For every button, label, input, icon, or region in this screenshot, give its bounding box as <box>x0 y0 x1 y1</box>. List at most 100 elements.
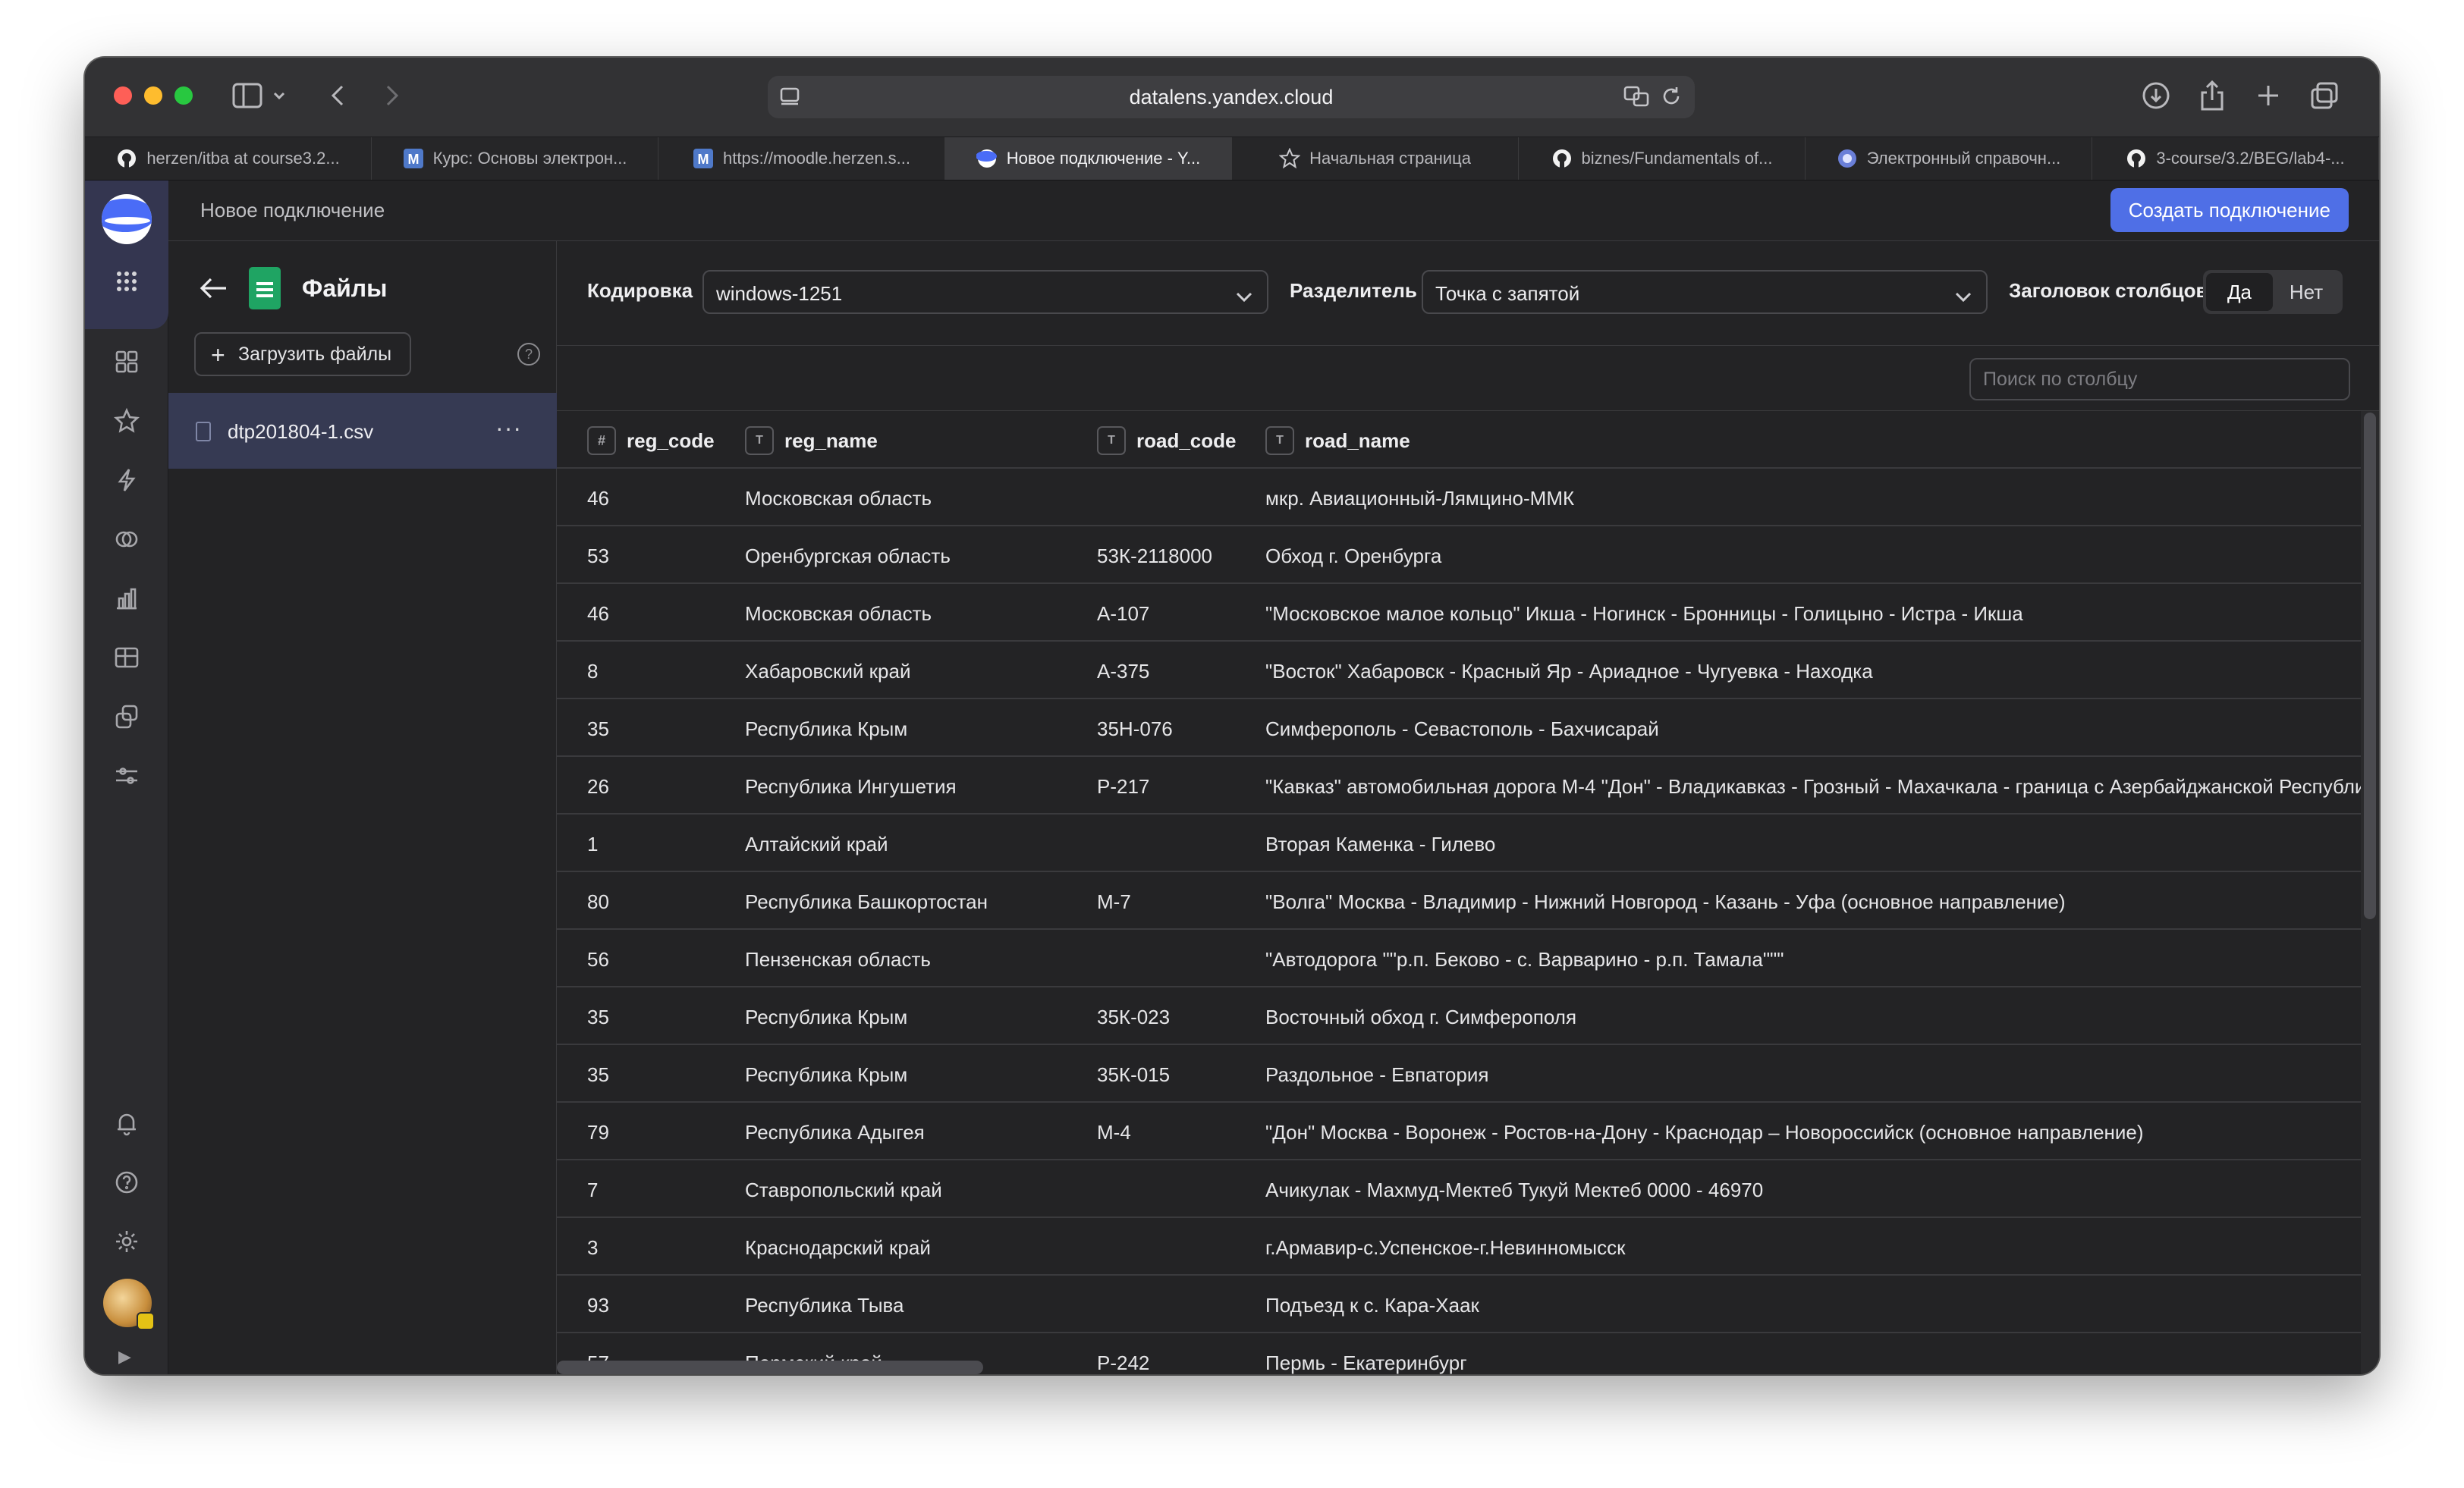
settings-sliders-icon[interactable] <box>108 757 146 795</box>
table-cell: Республика Крым <box>745 717 908 740</box>
header-row-label: Заголовок столбцов <box>2009 279 2208 302</box>
column-header[interactable]: T reg_name <box>745 426 878 455</box>
file-item[interactable]: dtp201804-1.csv ··· <box>168 393 557 469</box>
table-cell: "Автодорога ""р.п. Беково - с. Варварино… <box>1265 948 1784 971</box>
charts-icon[interactable] <box>108 579 146 617</box>
tab-github-lab4[interactable]: 3-course/3.2/BEG/lab4-... <box>2092 137 2379 180</box>
connections-bolt-icon[interactable] <box>108 461 146 499</box>
tab-label: Курс: Основы электрон... <box>432 149 627 168</box>
upload-files-button[interactable]: + Загрузить файлы <box>194 332 412 376</box>
preview-table: # reg_code T reg_name T road_code T road… <box>557 411 2361 1374</box>
table-cell: 3 <box>587 1236 599 1259</box>
back-nav-icon[interactable] <box>325 77 350 114</box>
svg-text:M: M <box>407 152 419 167</box>
table-cell: Республика Башкортостан <box>745 890 988 913</box>
table-cell: Пензенская область <box>745 948 931 971</box>
table-cell: Р-242 <box>1097 1351 1150 1374</box>
table-cell: 35К-015 <box>1097 1063 1171 1086</box>
gear-icon[interactable] <box>108 1223 146 1260</box>
github-icon <box>2126 148 2147 169</box>
tab-moodle-herzen[interactable]: M https://moodle.herzen.s... <box>658 137 945 180</box>
new-tab-icon[interactable] <box>2252 77 2285 114</box>
parse-settings-bar: Кодировка windows-1251 Разделитель Точка… <box>557 241 2379 346</box>
breadcrumb: Новое подключение <box>200 199 385 221</box>
encoding-select[interactable]: windows-1251 <box>702 270 1268 314</box>
table-cell: "Восток" Хабаровск - Красный Яр - Ариадн… <box>1265 660 1873 683</box>
header-no-option[interactable]: Нет <box>2273 273 2340 311</box>
files-title: Файлы <box>302 275 388 302</box>
number-type-icon: # <box>587 426 616 455</box>
table-row: 26 Республика Ингушетия Р-217 "Кавказ" авто… <box>557 757 2361 815</box>
chevron-down-icon[interactable] <box>270 77 288 114</box>
column-header[interactable]: T road_name <box>1265 426 1410 455</box>
table-cell: Р-217 <box>1097 775 1150 798</box>
vertical-scrollbar[interactable] <box>2361 411 2379 1374</box>
datasets-icon[interactable] <box>108 520 146 558</box>
scrollbar-thumb[interactable] <box>2364 413 2376 919</box>
table-cell: Московская область <box>745 487 932 510</box>
notifications-bell-icon[interactable] <box>108 1104 146 1142</box>
dashboards-icon[interactable] <box>108 639 146 677</box>
column-header[interactable]: # reg_code <box>587 426 715 455</box>
back-arrow-icon[interactable] <box>199 276 229 304</box>
tab-moodle-course[interactable]: M Курс: Основы электрон... <box>372 137 658 180</box>
tab-datalens-new-connection[interactable]: Новое подключение - Y... <box>945 137 1232 180</box>
forward-nav-icon[interactable] <box>379 77 405 114</box>
table-cell: 79 <box>587 1121 609 1144</box>
datalens-logo[interactable] <box>102 194 152 244</box>
table-cell: М-7 <box>1097 890 1131 913</box>
help-hint-icon[interactable]: ? <box>517 343 540 366</box>
favorites-star-icon[interactable] <box>108 402 146 440</box>
column-name: road_name <box>1305 429 1410 452</box>
table-row: 79 Республика Адыгея М-4 "Дон" Москва - Вор… <box>557 1103 2361 1160</box>
page-settings-icon[interactable] <box>778 85 801 113</box>
horizontal-scrollbar[interactable] <box>557 1361 983 1374</box>
sidebar-toggle-icon[interactable] <box>231 77 264 114</box>
encoding-value: windows-1251 <box>716 282 843 305</box>
table-cell: 53К-2118000 <box>1097 545 1213 567</box>
file-name: dtp201804-1.csv <box>228 420 374 443</box>
expand-rail-icon[interactable]: ▶ <box>118 1347 131 1367</box>
table-toolbar <box>557 346 2379 411</box>
apps-grid-icon[interactable] <box>108 262 146 300</box>
avatar[interactable] <box>103 1279 155 1330</box>
reload-icon[interactable] <box>1660 85 1683 113</box>
table-cell: 35 <box>587 1063 609 1086</box>
table-row: 3 Краснодарский край г.Армавир-с.Успенское… <box>557 1218 2361 1276</box>
lock-badge-icon <box>137 1312 155 1330</box>
tab-reference[interactable]: Электронный справочн... <box>1806 137 2092 180</box>
table-cell: 26 <box>587 775 609 798</box>
address-bar[interactable]: datalens.yandex.cloud <box>768 76 1695 118</box>
table-cell: Пермь - Екатеринбург <box>1265 1351 1467 1374</box>
tab-github-itba[interactable]: herzen/itba at course3.2... <box>85 137 372 180</box>
share-icon[interactable] <box>2195 77 2229 114</box>
download-icon[interactable] <box>2139 77 2173 114</box>
delimiter-select[interactable]: Точка с запятой <box>1422 270 1988 314</box>
collections-icon[interactable] <box>108 343 146 381</box>
help-icon[interactable] <box>108 1163 146 1201</box>
preview-area: Кодировка windows-1251 Разделитель Точка… <box>557 241 2379 1374</box>
column-header[interactable]: T road_code <box>1097 426 1237 455</box>
translate-icon[interactable] <box>1623 85 1649 113</box>
chevron-down-icon <box>1954 285 1972 309</box>
table-cell: 8 <box>587 660 599 683</box>
tab-start-page[interactable]: Начальная страница <box>1232 137 1519 180</box>
tab-github-biznes[interactable]: biznes/Fundamentals of... <box>1519 137 1806 180</box>
column-search-input[interactable] <box>1969 358 2350 400</box>
close-window-button[interactable] <box>114 86 132 105</box>
table-cell: Республика Тыва <box>745 1294 904 1317</box>
zoom-window-button[interactable] <box>174 86 193 105</box>
table-cell: А-107 <box>1097 602 1150 625</box>
table-row: 56 Пензенская область "Автодорога ""р.п. Б… <box>557 930 2361 987</box>
tab-label: Новое подключение - Y... <box>1006 149 1201 168</box>
table-row: 35 Республика Крым 35Н-076 Симферополь - Се… <box>557 699 2361 757</box>
create-connection-button[interactable]: Создать подключение <box>2110 188 2349 232</box>
header-yes-option[interactable]: Да <box>2206 273 2273 311</box>
workbooks-icon[interactable] <box>108 698 146 736</box>
minimize-window-button[interactable] <box>144 86 162 105</box>
table-cell: "Кавказ" автомобильная дорога М-4 "Дон" … <box>1265 775 2361 798</box>
moodle-icon: M <box>403 148 424 169</box>
more-options-icon[interactable]: ··· <box>495 414 522 442</box>
tab-overview-icon[interactable] <box>2308 77 2341 114</box>
delimiter-label: Разделитель <box>1290 279 1417 302</box>
